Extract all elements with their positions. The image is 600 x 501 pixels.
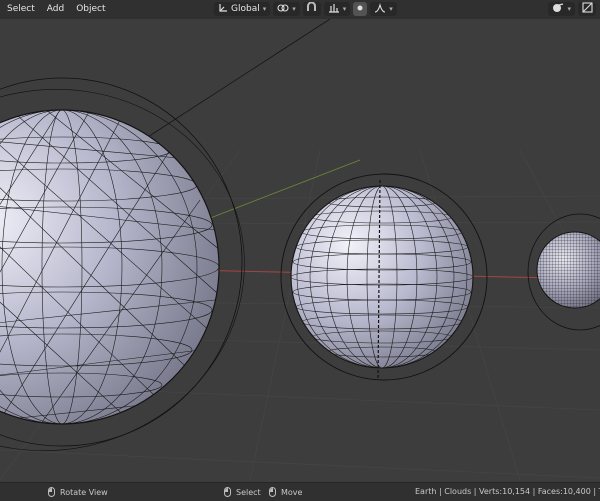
overlay-toggle[interactable] — [578, 2, 596, 16]
header-tools: Global ▾ ▾ ▾ ▾ — [214, 1, 397, 16]
chevron-down-icon: ▾ — [292, 5, 296, 13]
snap-icon — [306, 1, 317, 16]
transform-orientation-dropdown[interactable]: Global ▾ — [214, 2, 271, 16]
viewport-header: Select Add Object Global ▾ ▾ ▾ ▾ ▾ — [0, 0, 600, 19]
status-rotate-view: Rotate View — [48, 483, 108, 501]
sphere-uv-large[interactable] — [0, 100, 225, 430]
status-select-label: Select — [236, 487, 261, 497]
header-menu: Select Add Object — [2, 2, 111, 17]
status-bar: Rotate View Select Move Earth | Clouds |… — [0, 482, 600, 501]
3d-viewport[interactable] — [0, 19, 600, 482]
pivot-icon — [277, 3, 289, 16]
falloff-dropdown[interactable]: ▾ — [370, 2, 397, 16]
sphere-uv-medium[interactable] — [290, 179, 474, 381]
menu-select[interactable]: Select — [2, 2, 40, 17]
snap-toggle[interactable] — [302, 1, 321, 16]
sphere-uv-small[interactable] — [536, 231, 600, 309]
viewport-shading-dropdown[interactable]: ▾ — [548, 2, 575, 16]
mouse-left-icon — [224, 487, 231, 497]
status-move: Move — [269, 483, 302, 501]
transform-orientation-label: Global — [231, 4, 260, 14]
overlay-icon — [581, 2, 593, 16]
status-select: Select — [224, 483, 261, 501]
proportional-editing-toggle[interactable] — [353, 2, 368, 16]
menu-add[interactable]: Add — [42, 2, 69, 17]
chevron-down-icon: ▾ — [262, 5, 267, 13]
chevron-down-icon: ▾ — [342, 5, 347, 13]
status-move-label: Move — [281, 487, 303, 497]
status-rotate-label: Rotate View — [60, 487, 108, 497]
menu-object[interactable]: Object — [71, 2, 110, 17]
mouse-middle-icon — [48, 487, 55, 497]
viewport-shading-icon — [552, 2, 564, 16]
pivot-point-dropdown[interactable]: ▾ — [273, 2, 300, 16]
falloff-icon — [374, 2, 386, 16]
snap-target-dropdown[interactable]: ▾ — [323, 2, 351, 16]
scene-statistics: Earth | Clouds | Verts:10,154 | Faces:10… — [415, 487, 600, 496]
header-right-tools: ▾ — [548, 2, 596, 16]
snap-target-icon — [328, 3, 340, 16]
proportional-editing-icon — [356, 4, 364, 15]
chevron-down-icon: ▾ — [567, 5, 571, 13]
transform-orientation-icon — [218, 3, 228, 16]
viewport-canvas — [0, 19, 600, 481]
chevron-down-icon: ▾ — [389, 5, 393, 13]
camera-line — [119, 19, 331, 156]
mouse-right-icon — [269, 487, 276, 497]
